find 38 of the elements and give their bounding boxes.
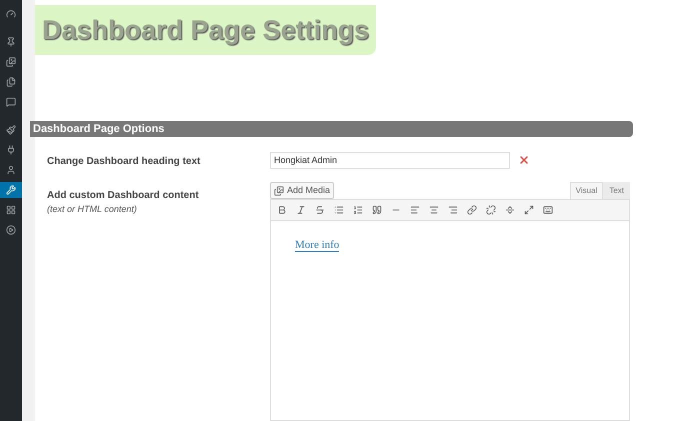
editor-tab[interactable]: Visual xyxy=(570,182,604,199)
brush-icon xyxy=(6,125,16,135)
play-icon xyxy=(6,225,16,235)
align-right-icon[interactable] xyxy=(448,205,458,215)
plug-icon xyxy=(6,145,16,155)
italic-icon[interactable] xyxy=(296,205,306,215)
read-more-icon[interactable] xyxy=(505,205,515,215)
grid-icon xyxy=(6,205,16,215)
strikethrough-icon[interactable] xyxy=(315,205,325,215)
pin-icon xyxy=(6,37,16,47)
link-icon[interactable] xyxy=(467,205,477,215)
field-hint: (text or HTML content) xyxy=(47,203,138,216)
pages-icon xyxy=(6,77,16,87)
add-media-button[interactable]: Add Media xyxy=(270,182,334,199)
field-label: Change Dashboard heading text xyxy=(47,155,202,169)
field-label: Add custom Dashboard content xyxy=(47,189,200,203)
unlink-icon[interactable] xyxy=(486,205,496,215)
sidebar-item[interactable] xyxy=(0,182,22,198)
section-title: Dashboard Page Options xyxy=(33,122,164,137)
fullscreen-icon[interactable] xyxy=(524,205,534,215)
quote-icon[interactable] xyxy=(372,205,382,215)
clear-icon[interactable] xyxy=(518,154,530,166)
user-icon xyxy=(6,165,16,175)
align-left-icon[interactable] xyxy=(410,205,420,215)
images-icon xyxy=(6,57,16,67)
comment-icon xyxy=(6,97,16,107)
wrench-icon xyxy=(6,185,16,195)
media-icon xyxy=(274,186,284,196)
page-title: Dashboard Page Settings xyxy=(42,16,370,44)
align-center-icon[interactable] xyxy=(429,205,439,215)
bullet-list-icon[interactable] xyxy=(334,205,344,215)
more-info-link[interactable]: More info xyxy=(295,239,340,252)
heading-text-input[interactable]: Hongkiat Admin xyxy=(270,152,510,168)
toolbar-toggle-icon[interactable] xyxy=(543,205,553,215)
numbered-list-icon[interactable] xyxy=(353,205,363,215)
bold-icon[interactable] xyxy=(277,205,287,215)
gauge-icon xyxy=(6,9,16,19)
editor-tab[interactable]: Text xyxy=(603,182,630,199)
